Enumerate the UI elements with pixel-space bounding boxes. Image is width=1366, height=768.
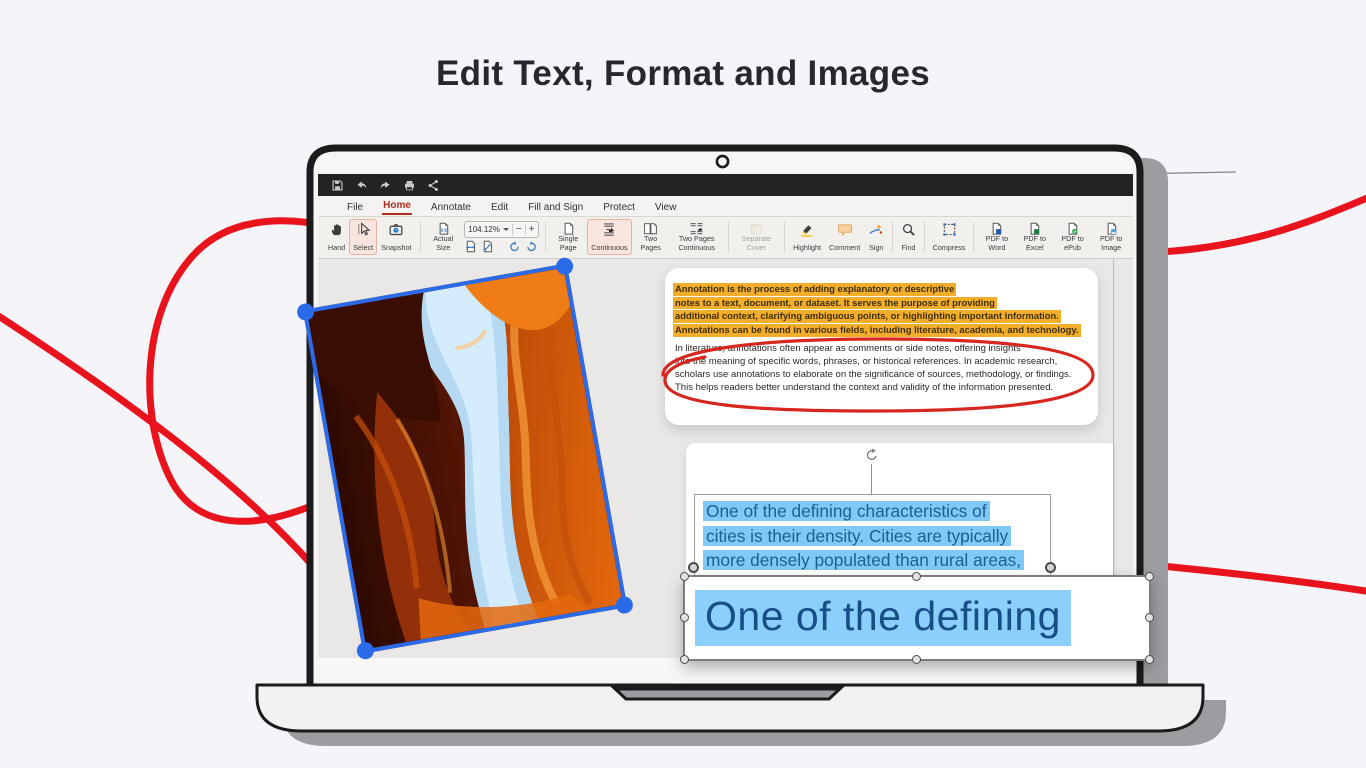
zoom-level-value: 104.12% — [468, 225, 500, 234]
highlighted-text-line[interactable]: Annotation is the process of adding expl… — [673, 283, 956, 296]
compress-button[interactable]: Compress — [929, 219, 970, 255]
menu-edit[interactable]: Edit — [490, 199, 509, 214]
callout-handle[interactable] — [680, 572, 689, 581]
callout-selected-text[interactable]: One of the defining — [695, 590, 1071, 646]
two-pages-icon — [642, 222, 659, 235]
laptop-camera — [717, 156, 728, 167]
select-tool-button[interactable]: Select — [349, 219, 377, 255]
highlighted-text-line[interactable]: additional context, clarifying ambiguous… — [673, 310, 1061, 323]
textbox-resize-handle-left[interactable] — [688, 562, 699, 573]
pdf-to-excel-icon — [1027, 222, 1042, 235]
marketing-banner: Edit Text, Format and Images — [0, 0, 1366, 768]
callout-handle[interactable] — [680, 655, 689, 664]
rotate-right-icon[interactable] — [525, 240, 538, 253]
save-icon[interactable] — [331, 179, 344, 192]
zoom-level-combo[interactable]: 104.12% − + — [464, 221, 538, 238]
snapshot-button[interactable]: Snapshot — [377, 219, 415, 255]
fit-page-icon[interactable] — [481, 240, 494, 253]
selected-text-line[interactable]: cities is their density. Cities are typi… — [703, 526, 1011, 546]
callout-handle[interactable] — [1145, 572, 1154, 581]
textbox-resize-handle-right[interactable] — [1045, 562, 1056, 573]
compress-icon — [942, 222, 957, 237]
rotate-left-icon[interactable] — [508, 240, 521, 253]
pdf-to-image-button[interactable]: PDF to Image — [1091, 219, 1131, 255]
pdf-to-excel-button[interactable]: PDF to Excel — [1016, 219, 1054, 255]
single-page-icon — [561, 222, 576, 235]
callout-handle[interactable] — [912, 572, 921, 581]
zoom-controls-group: 104.12% − + — [462, 219, 540, 255]
rotate-handle-icon[interactable] — [864, 447, 880, 463]
toolbar-separator — [973, 222, 974, 252]
callout-handle[interactable] — [1145, 655, 1154, 664]
undo-icon[interactable] — [355, 179, 368, 192]
single-page-button[interactable]: Single Page — [549, 219, 587, 255]
menu-protect[interactable]: Protect — [602, 199, 636, 214]
redo-icon[interactable] — [379, 179, 392, 192]
hand-icon — [329, 222, 344, 237]
snapshot-camera-icon — [388, 222, 404, 237]
toolbar-separator — [892, 222, 893, 252]
pdf-to-image-icon — [1104, 222, 1119, 235]
two-pages-button[interactable]: Two Pages — [632, 219, 670, 255]
ribbon-toolbar: Hand Select Snapshot — [318, 217, 1133, 259]
hand-tool-button[interactable]: Hand — [324, 219, 349, 255]
toolbar-separator — [545, 222, 546, 252]
toolbar-separator — [728, 222, 729, 252]
menu-view[interactable]: View — [654, 199, 678, 214]
search-icon — [901, 222, 916, 237]
share-icon[interactable] — [427, 179, 440, 192]
pdf-to-word-icon — [989, 222, 1004, 235]
highlighted-text-line[interactable]: notes to a text, document, or dataset. I… — [673, 297, 997, 310]
zoom-in-button[interactable]: + — [529, 225, 535, 235]
highlighter-icon — [799, 222, 815, 237]
separate-cover-icon — [748, 222, 764, 235]
two-pages-continuous-icon — [688, 222, 705, 235]
chevron-down-icon — [503, 228, 509, 231]
zoom-callout-textbox[interactable]: One of the defining — [683, 575, 1151, 661]
actual-size-icon — [436, 222, 451, 235]
fit-width-icon[interactable] — [464, 240, 477, 253]
pdf-to-word-button[interactable]: PDF to Word — [978, 219, 1016, 255]
toolbar-separator — [420, 222, 421, 252]
comment-button[interactable]: Comment — [825, 219, 864, 255]
pdf-to-epub-icon — [1065, 222, 1080, 235]
app-titlebar — [318, 174, 1133, 196]
comment-bubble-icon — [837, 222, 853, 237]
callout-handle[interactable] — [912, 655, 921, 664]
continuous-scroll-icon — [601, 222, 617, 237]
canyon-photo — [307, 268, 622, 649]
selected-text-line[interactable]: One of the defining characteristics of — [703, 501, 990, 521]
print-icon[interactable] — [403, 179, 416, 192]
callout-handle[interactable] — [680, 613, 689, 622]
callout-handle[interactable] — [1145, 613, 1154, 622]
toolbar-separator — [924, 222, 925, 252]
pdf-to-epub-button[interactable]: PDF to ePub — [1054, 219, 1091, 255]
actual-size-button[interactable]: Actual Size — [424, 219, 462, 255]
highlight-button[interactable]: Highlight — [789, 219, 825, 255]
signature-icon — [868, 222, 884, 237]
rotate-handle-stem — [871, 464, 872, 494]
select-cursor-icon — [356, 222, 371, 237]
menu-annotate[interactable]: Annotate — [430, 199, 472, 214]
toolbar-separator — [784, 222, 785, 252]
selected-text-line[interactable]: more densely populated than rural areas, — [703, 550, 1024, 570]
menu-home[interactable]: Home — [382, 197, 412, 215]
menu-file[interactable]: File — [346, 199, 364, 214]
sign-button[interactable]: Sign — [864, 219, 888, 255]
two-pages-continuous-button[interactable]: Two Pages Continuous — [670, 219, 724, 255]
menu-bar: File Home Annotate Edit Fill and Sign Pr… — [318, 196, 1133, 217]
red-ellipse-annotation[interactable] — [653, 331, 1103, 417]
continuous-button[interactable]: Continuous — [587, 219, 631, 255]
separate-cover-button[interactable]: Separate Cover — [732, 219, 780, 255]
find-button[interactable]: Find — [897, 219, 920, 255]
menu-fill-and-sign[interactable]: Fill and Sign — [527, 199, 584, 214]
zoom-out-button[interactable]: − — [516, 225, 522, 235]
